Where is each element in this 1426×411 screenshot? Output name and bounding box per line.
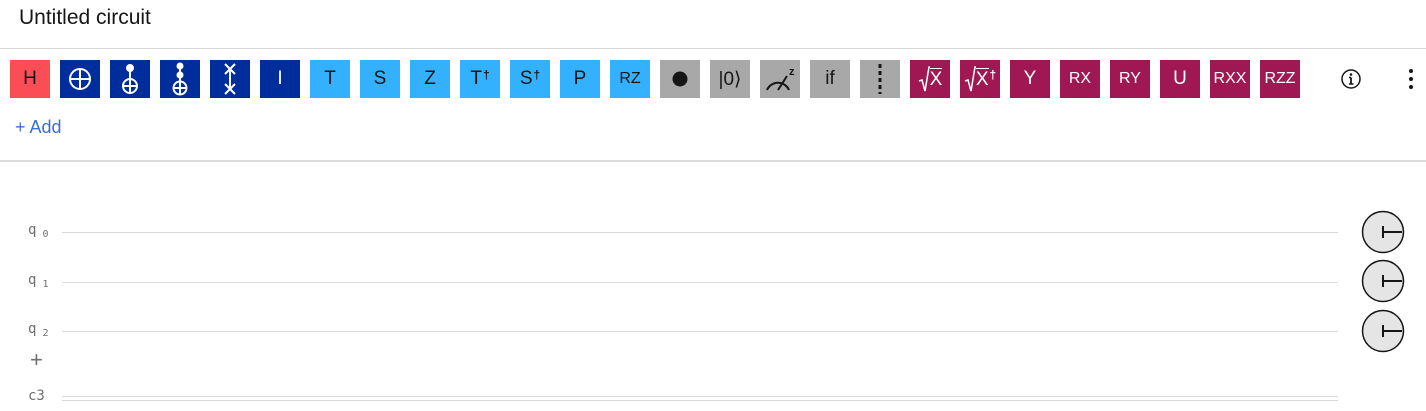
gate-tdg[interactable]: T † xyxy=(460,60,500,98)
gate-toffoli[interactable] xyxy=(160,60,200,98)
gate-ry[interactable]: RY xyxy=(1110,60,1150,98)
gate-barrier[interactable] xyxy=(860,60,900,98)
svg-text:z: z xyxy=(789,66,795,78)
gate-if[interactable]: if xyxy=(810,60,850,98)
gate-label: RZZ xyxy=(1264,70,1296,87)
gate-label: if xyxy=(825,68,835,89)
gate-label: U xyxy=(1173,68,1187,89)
gate-sdg[interactable]: S † xyxy=(510,60,550,98)
gate-label: S xyxy=(519,68,533,89)
swap-icon xyxy=(224,63,236,95)
sqrt-icon xyxy=(918,66,930,92)
gate-label: P xyxy=(573,68,587,89)
gate-label: RXX xyxy=(1213,70,1247,87)
cnot-icon xyxy=(69,68,91,90)
gate-dot[interactable] xyxy=(660,60,700,98)
gate-rx[interactable]: RX xyxy=(1060,60,1100,98)
classical-wire[interactable] xyxy=(62,396,1338,401)
title-bar: Untitled circuit xyxy=(0,0,1426,49)
gate-palette: H I T S Z T † S † P RZ |0⟩ z if X X † Y … xyxy=(0,49,1426,162)
dagger-sup: † xyxy=(482,68,490,82)
gate-label: Y xyxy=(1023,68,1037,89)
dagger-sup: † xyxy=(989,68,997,82)
barrier-icon xyxy=(878,64,882,94)
probability-disk-icon[interactable] xyxy=(1361,309,1405,353)
gate-label: RX xyxy=(1068,70,1092,87)
qubit-wire[interactable] xyxy=(62,282,1338,283)
gate-label: T xyxy=(324,68,336,89)
qubit-label: q0 xyxy=(28,222,49,240)
gate-label: S xyxy=(373,68,387,89)
gate-p[interactable]: P xyxy=(560,60,600,98)
gate-sx[interactable]: X xyxy=(910,60,950,98)
overflow-menu-icon[interactable] xyxy=(1400,66,1422,92)
gate-rxx[interactable]: RXX xyxy=(1210,60,1250,98)
controlled-not-icon xyxy=(122,64,138,94)
gate-reset[interactable]: |0⟩ xyxy=(710,60,750,98)
measure-z-icon: z xyxy=(766,66,795,91)
qubit-label: q2 xyxy=(28,321,49,339)
gate-label: RY xyxy=(1119,70,1141,87)
probability-disk-icon[interactable] xyxy=(1361,210,1405,254)
dot-icon xyxy=(672,71,688,87)
circuit-canvas: q0 q1 q2 + c3 xyxy=(0,162,1426,411)
gate-h[interactable]: H xyxy=(10,60,50,98)
gate-rz[interactable]: RZ xyxy=(610,60,650,98)
gate-swap[interactable] xyxy=(210,60,250,98)
gate-label: Z xyxy=(424,68,436,89)
gate-y[interactable]: Y xyxy=(1010,60,1050,98)
toffoli-icon xyxy=(172,62,188,96)
gate-z[interactable]: Z xyxy=(410,60,450,98)
circuit-title[interactable]: Untitled circuit xyxy=(19,6,151,30)
add-gate-link[interactable]: + Add xyxy=(15,117,62,138)
gate-label: T xyxy=(470,68,482,89)
gate-label: I xyxy=(277,68,283,89)
gate-label: H xyxy=(23,68,37,89)
qubit-label: q1 xyxy=(28,272,49,290)
dagger-sup: † xyxy=(533,68,541,82)
add-qubit-button[interactable]: + xyxy=(30,349,43,371)
gate-ccx[interactable] xyxy=(110,60,150,98)
gate-label: RZ xyxy=(619,70,641,87)
gate-label: |0⟩ xyxy=(718,68,742,90)
gate-i[interactable]: I xyxy=(260,60,300,98)
gate-rzz[interactable]: RZZ xyxy=(1260,60,1300,98)
gate-label: X xyxy=(929,68,943,90)
gate-measure[interactable]: z xyxy=(760,60,800,98)
probability-disk-icon[interactable] xyxy=(1361,259,1405,303)
sqrt-icon xyxy=(964,66,976,92)
gate-t[interactable]: T xyxy=(310,60,350,98)
gate-label: X xyxy=(975,68,989,90)
gate-sxdg[interactable]: X † xyxy=(960,60,1000,98)
classical-register-label: c3 xyxy=(28,388,45,404)
qubit-wire[interactable] xyxy=(62,232,1338,233)
gate-cnot[interactable] xyxy=(60,60,100,98)
gate-s[interactable]: S xyxy=(360,60,400,98)
info-icon[interactable] xyxy=(1340,68,1362,90)
gate-u[interactable]: U xyxy=(1160,60,1200,98)
qubit-wire[interactable] xyxy=(62,331,1338,332)
